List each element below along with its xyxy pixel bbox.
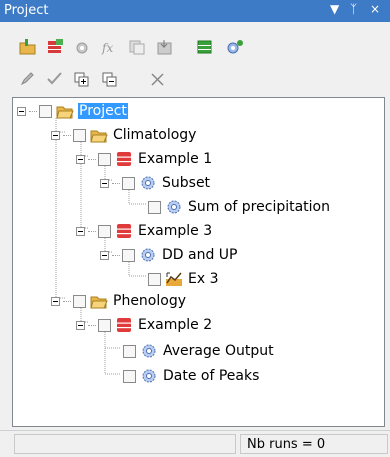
- delete-icon[interactable]: [148, 69, 168, 89]
- node-checkbox[interactable]: [148, 272, 161, 286]
- tree-node-label: Ex 3: [188, 271, 219, 287]
- tree-node-label: Subset: [162, 175, 211, 191]
- tree-node-label: Climatology: [113, 127, 197, 143]
- node-checkbox[interactable]: [98, 318, 111, 332]
- tree-node-example-2[interactable]: Example 2: [76, 315, 213, 335]
- tree-node-label: Example 2: [138, 317, 213, 333]
- tree-node-average-output[interactable]: Average Output: [123, 341, 275, 361]
- tree-node-ex-3[interactable]: Ex 3: [148, 269, 220, 289]
- project-tree[interactable]: Project Climatology Example 1 Subset Sum…: [12, 97, 385, 427]
- node-checkbox[interactable]: [39, 104, 52, 118]
- function-icon[interactable]: fx: [100, 37, 120, 57]
- tree-node-phenology[interactable]: Phenology: [51, 291, 187, 311]
- node-checkbox[interactable]: [73, 294, 86, 308]
- gear-icon: [140, 343, 158, 359]
- expand-all-icon[interactable]: [72, 69, 92, 89]
- node-checkbox[interactable]: [73, 128, 86, 142]
- node-checkbox[interactable]: [98, 152, 111, 166]
- dataset-icon: [115, 151, 133, 167]
- tree-node-label: DD and UP: [162, 247, 238, 263]
- gear-icon: [140, 368, 158, 384]
- dataset-icon: [115, 223, 133, 239]
- tree-node-sum-of-precipitation[interactable]: Sum of precipitation: [148, 197, 331, 217]
- tree-node-dd-and-up[interactable]: DD and UP: [100, 245, 239, 265]
- tree-node-example-3[interactable]: Example 3: [76, 221, 213, 241]
- tree-node-climatology[interactable]: Climatology: [51, 125, 197, 145]
- folder-open-icon: [90, 293, 108, 309]
- dataset-icon: [115, 317, 133, 333]
- panel-menu-button[interactable]: ▼: [330, 2, 339, 16]
- tree-node-label: Project: [78, 103, 128, 119]
- chart-icon: [165, 271, 183, 287]
- open-folder-icon[interactable]: [18, 37, 38, 57]
- gear-add-icon[interactable]: [73, 37, 93, 57]
- import-icon[interactable]: [155, 37, 175, 57]
- tree-node-date-of-peaks[interactable]: Date of Peaks: [123, 366, 260, 386]
- collapse-toggle[interactable]: [17, 106, 26, 116]
- collapse-all-icon[interactable]: [100, 69, 120, 89]
- tree-node-label: Average Output: [163, 343, 274, 359]
- tree-node-label: Phenology: [113, 293, 186, 309]
- collapse-toggle[interactable]: [100, 178, 109, 188]
- panel-pin-button[interactable]: ᛉ: [350, 2, 357, 16]
- tree-node-example-1[interactable]: Example 1: [76, 149, 213, 169]
- folder-open-icon: [56, 103, 74, 119]
- panel-close-button[interactable]: ×: [370, 2, 380, 16]
- panel-title: Project: [4, 3, 49, 18]
- export-icon[interactable]: [195, 37, 215, 57]
- node-checkbox[interactable]: [148, 200, 161, 214]
- collapse-toggle[interactable]: [100, 250, 109, 260]
- tree-toolbar: [0, 66, 390, 96]
- edit-icon[interactable]: [18, 69, 38, 89]
- runs-count: Nb runs = 0: [240, 434, 388, 454]
- collapse-toggle[interactable]: [76, 226, 85, 236]
- check-icon[interactable]: [45, 69, 65, 89]
- node-checkbox[interactable]: [98, 224, 111, 238]
- tree-node-label: Example 1: [138, 151, 213, 167]
- run-icon[interactable]: [225, 37, 245, 57]
- panel-title-bar: Project ▼ ᛉ ×: [0, 0, 390, 22]
- folder-open-icon: [90, 127, 108, 143]
- collapse-toggle[interactable]: [76, 154, 85, 164]
- svg-text:fx: fx: [101, 41, 113, 55]
- status-segment-empty: [14, 434, 236, 454]
- collapse-toggle[interactable]: [76, 320, 85, 330]
- node-checkbox[interactable]: [122, 248, 135, 262]
- tree-node-label: Example 3: [138, 223, 213, 239]
- add-dataset-icon[interactable]: [45, 37, 65, 57]
- tree-node-label: Sum of precipitation: [188, 199, 330, 215]
- gear-icon: [139, 175, 157, 191]
- tree-node-label: Date of Peaks: [163, 368, 260, 384]
- status-bar: Nb runs = 0: [0, 430, 390, 457]
- collapse-toggle[interactable]: [51, 296, 60, 306]
- tree-node-project[interactable]: Project: [17, 101, 128, 121]
- node-checkbox[interactable]: [123, 344, 136, 358]
- node-checkbox[interactable]: [123, 369, 136, 383]
- collapse-toggle[interactable]: [51, 130, 60, 140]
- gear-icon: [165, 199, 183, 215]
- tree-node-subset[interactable]: Subset: [100, 173, 211, 193]
- copy-icon[interactable]: [127, 37, 147, 57]
- node-checkbox[interactable]: [122, 176, 135, 190]
- main-toolbar: fx: [0, 34, 390, 64]
- gear-icon: [139, 247, 157, 263]
